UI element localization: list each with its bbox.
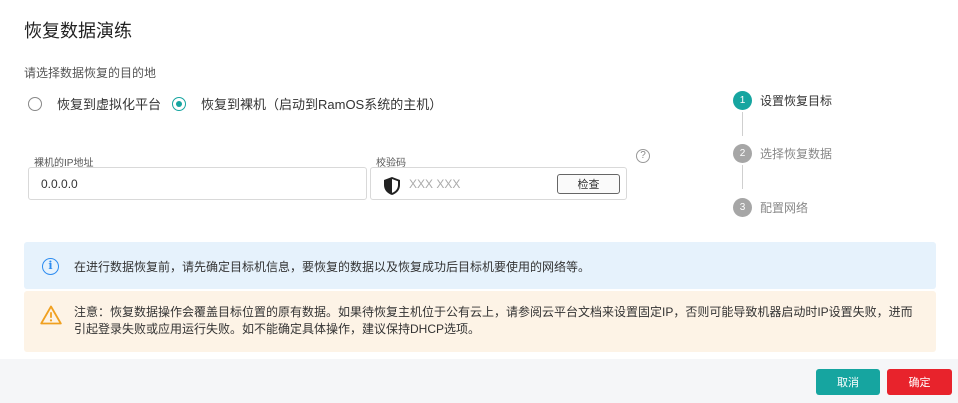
ip-address-input[interactable] xyxy=(28,167,367,200)
step-1-number: 1 xyxy=(733,91,752,110)
step-3-label: 配置网络 xyxy=(760,201,809,215)
radio-virtualization[interactable] xyxy=(28,96,42,111)
step-2: 2 选择恢复数据 xyxy=(733,144,832,163)
step-2-label: 选择恢复数据 xyxy=(760,147,833,161)
verification-code-field: 检查 xyxy=(370,167,627,200)
step-connector xyxy=(742,112,743,136)
warning-banner: 注意：恢复数据操作会覆盖目标位置的原有数据。如果待恢复主机位于公有云上，请参阅云… xyxy=(24,291,936,352)
warning-text: 注意：恢复数据操作会覆盖目标位置的原有数据。如果待恢复主机位于公有云上，请参阅云… xyxy=(74,305,913,336)
info-icon: i xyxy=(42,258,59,275)
radio-option-virtualization[interactable]: 恢复到虚拟化平台 xyxy=(28,94,161,113)
radio-virtualization-label: 恢复到虚拟化平台 xyxy=(57,97,162,112)
radio-bare-metal-label: 恢复到裸机（启动到RamOS系统的主机） xyxy=(201,97,443,112)
cancel-button[interactable]: 取消 xyxy=(816,369,880,395)
dialog-footer: 取消 确定 xyxy=(0,359,958,403)
step-2-number: 2 xyxy=(733,144,752,163)
step-3: 3 配置网络 xyxy=(733,198,808,217)
check-button[interactable]: 检查 xyxy=(557,174,620,194)
help-icon[interactable]: ? xyxy=(636,149,650,163)
verification-code-input[interactable] xyxy=(409,175,549,193)
step-1-label: 设置恢复目标 xyxy=(760,94,833,108)
warning-icon xyxy=(40,305,62,325)
confirm-button[interactable]: 确定 xyxy=(887,369,952,395)
dialog-title: 恢复数据演练 xyxy=(24,21,132,41)
radio-bare-metal[interactable] xyxy=(172,96,186,111)
step-3-number: 3 xyxy=(733,198,752,217)
info-text: 在进行数据恢复前，请先确定目标机信息，要恢复的数据以及恢复成功后目标机要使用的网… xyxy=(74,260,591,274)
destination-label: 请选择数据恢复的目的地 xyxy=(24,66,157,80)
radio-option-bare-metal[interactable]: 恢复到裸机（启动到RamOS系统的主机） xyxy=(172,94,442,113)
shield-icon xyxy=(384,177,400,195)
step-connector xyxy=(742,165,743,189)
info-banner: i 在进行数据恢复前，请先确定目标机信息，要恢复的数据以及恢复成功后目标机要使用… xyxy=(24,242,936,289)
step-1: 1 设置恢复目标 xyxy=(733,91,832,110)
